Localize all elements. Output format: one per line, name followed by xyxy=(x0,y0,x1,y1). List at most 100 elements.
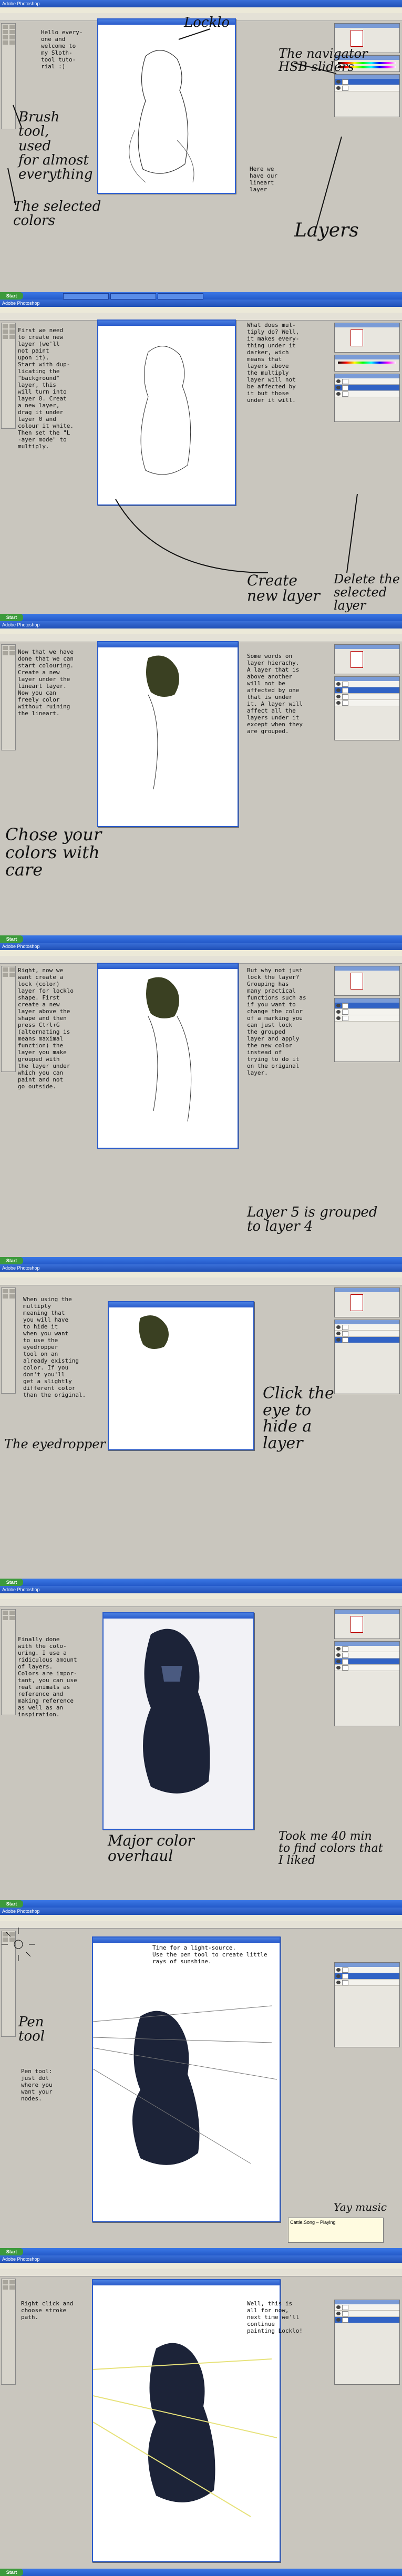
layer-row[interactable] xyxy=(335,687,399,694)
navigator-palette[interactable] xyxy=(334,1609,400,1639)
eye-icon[interactable] xyxy=(336,1338,341,1342)
start-button[interactable]: Start xyxy=(0,2569,23,2576)
layer-row[interactable] xyxy=(335,2304,399,2311)
hsb-slider[interactable] xyxy=(338,362,396,364)
layer-row[interactable] xyxy=(335,385,399,391)
eye-icon[interactable] xyxy=(336,379,341,383)
color-palette[interactable] xyxy=(334,355,400,372)
layer-row[interactable] xyxy=(335,1652,399,1658)
eye-icon[interactable] xyxy=(336,1647,341,1651)
document-window[interactable] xyxy=(97,320,236,506)
start-button[interactable]: Start xyxy=(0,614,23,621)
canvas[interactable] xyxy=(98,25,235,193)
taskbar-button[interactable] xyxy=(110,293,156,300)
eye-icon[interactable] xyxy=(336,1325,341,1329)
eye-icon[interactable] xyxy=(336,1010,341,1014)
layer-row[interactable] xyxy=(335,1646,399,1652)
eye-icon[interactable] xyxy=(336,1968,341,1972)
toolbox[interactable] xyxy=(1,23,16,129)
canvas[interactable] xyxy=(109,1307,253,1449)
options-bar[interactable] xyxy=(0,1599,402,1607)
layers-palette[interactable] xyxy=(334,74,400,117)
document-title-bar[interactable] xyxy=(104,1613,253,1619)
toolbox[interactable] xyxy=(1,644,16,750)
eye-icon[interactable] xyxy=(336,86,341,90)
start-button[interactable]: Start xyxy=(0,1900,23,1908)
layer-row[interactable] xyxy=(335,1003,399,1009)
eye-icon[interactable] xyxy=(336,701,341,705)
eye-icon[interactable] xyxy=(336,2312,341,2315)
start-button[interactable]: Start xyxy=(0,935,23,943)
canvas[interactable] xyxy=(104,1619,253,1829)
eye-icon[interactable] xyxy=(336,80,341,84)
toolbox[interactable] xyxy=(1,2279,16,2385)
layer-row[interactable] xyxy=(335,1337,399,1343)
toolbox[interactable] xyxy=(1,966,16,1072)
document-window[interactable] xyxy=(108,1301,254,1450)
layers-palette[interactable] xyxy=(334,1962,400,2047)
layer-row[interactable] xyxy=(335,391,399,397)
now-playing-popup[interactable]: Cattle.Song – Playing xyxy=(288,2218,384,2243)
document-window[interactable] xyxy=(102,1612,254,1830)
layer-row[interactable] xyxy=(335,1967,399,1973)
layer-row[interactable] xyxy=(335,681,399,687)
layer-row[interactable] xyxy=(335,1331,399,1337)
layers-palette[interactable] xyxy=(334,374,400,422)
eye-icon[interactable] xyxy=(336,1653,341,1657)
layers-palette[interactable] xyxy=(334,1320,400,1394)
start-button[interactable]: Start xyxy=(0,1257,23,1264)
eye-icon[interactable] xyxy=(336,695,341,698)
eye-icon[interactable] xyxy=(336,1016,341,1020)
eye-icon[interactable] xyxy=(336,682,341,686)
eye-icon[interactable] xyxy=(336,1004,341,1007)
toolbox[interactable] xyxy=(1,1931,16,2037)
layers-palette[interactable] xyxy=(334,998,400,1062)
eye-icon[interactable] xyxy=(336,1332,341,1335)
layer-row[interactable] xyxy=(335,694,399,700)
start-button[interactable]: Start xyxy=(0,1579,23,1586)
layer-row[interactable] xyxy=(335,1658,399,1665)
canvas[interactable] xyxy=(98,647,238,826)
layer-row[interactable] xyxy=(335,79,399,85)
toolbox[interactable] xyxy=(1,1609,16,1715)
taskbar-button[interactable] xyxy=(158,293,203,300)
layer-row[interactable] xyxy=(335,2317,399,2323)
layer-row[interactable] xyxy=(335,700,399,706)
layer-row[interactable] xyxy=(335,378,399,385)
document-title-bar[interactable] xyxy=(98,964,238,969)
canvas[interactable] xyxy=(98,969,238,1148)
navigator-palette[interactable] xyxy=(334,644,400,674)
layer-row[interactable] xyxy=(335,1973,399,1980)
eye-icon[interactable] xyxy=(336,1660,341,1663)
navigator-palette[interactable] xyxy=(334,1287,400,1317)
toolbox[interactable] xyxy=(1,1287,16,1394)
layer-row[interactable] xyxy=(335,2311,399,2317)
options-bar[interactable] xyxy=(0,1921,402,1929)
document-title-bar[interactable] xyxy=(93,1938,280,1943)
eye-icon[interactable] xyxy=(336,392,341,396)
eye-icon[interactable] xyxy=(336,1666,341,1670)
layer-row[interactable] xyxy=(335,1015,399,1022)
eye-icon[interactable] xyxy=(336,2305,341,2309)
navigator-palette[interactable] xyxy=(334,323,400,353)
document-window[interactable] xyxy=(97,641,239,827)
document-window[interactable] xyxy=(97,963,239,1149)
start-button[interactable]: Start xyxy=(0,2248,23,2255)
taskbar-button[interactable] xyxy=(63,293,109,300)
layer-row[interactable] xyxy=(335,1324,399,1331)
layers-palette[interactable] xyxy=(334,1641,400,1726)
navigator-palette[interactable] xyxy=(334,966,400,996)
toolbox[interactable] xyxy=(1,323,16,429)
document-window[interactable] xyxy=(92,1936,281,2222)
layer-row[interactable] xyxy=(335,1009,399,1015)
document-title-bar[interactable] xyxy=(98,321,235,326)
canvas[interactable] xyxy=(98,326,235,504)
eye-icon[interactable] xyxy=(336,1974,341,1978)
eye-icon[interactable] xyxy=(336,2318,341,2322)
document-window[interactable] xyxy=(97,18,236,194)
document-title-bar[interactable] xyxy=(109,1302,253,1307)
layers-palette[interactable] xyxy=(334,2300,400,2385)
layers-palette[interactable] xyxy=(334,676,400,740)
eye-icon[interactable] xyxy=(336,688,341,692)
document-title-bar[interactable] xyxy=(98,642,238,647)
